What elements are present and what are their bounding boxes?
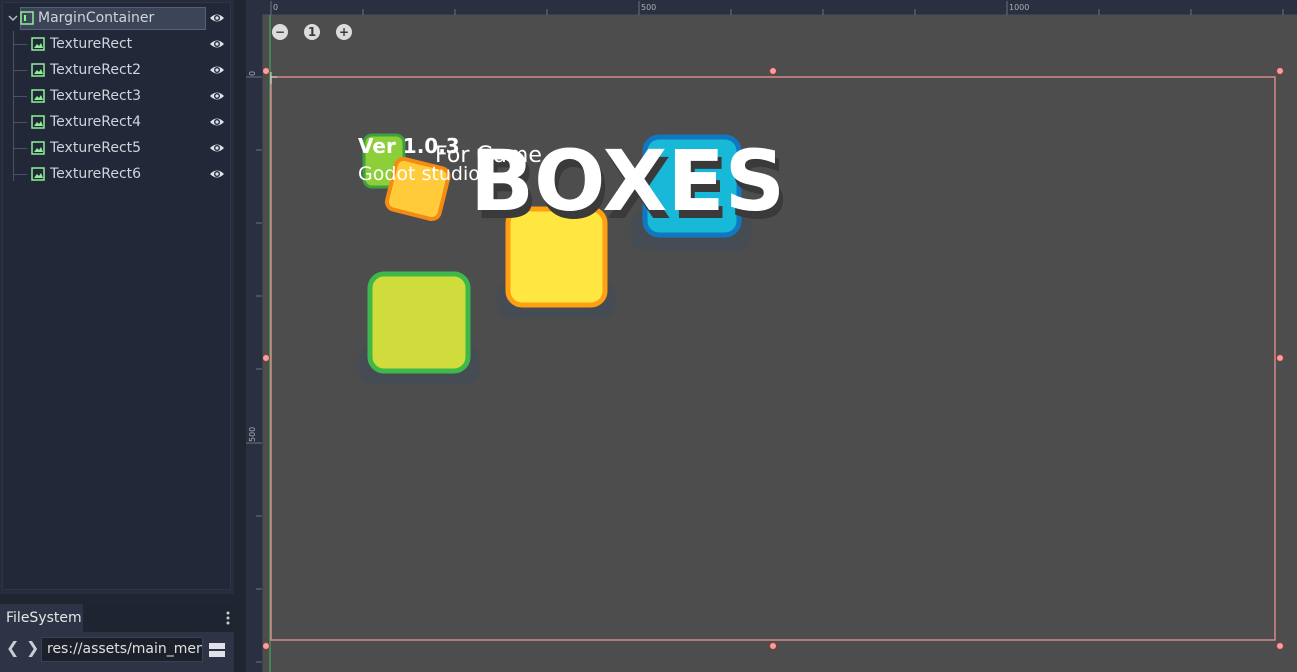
tree-guide-line — [13, 148, 27, 149]
tree-item-texturerect6[interactable]: TextureRect6 — [3, 162, 235, 186]
resize-handle[interactable] — [769, 67, 777, 75]
tree-item-label: MarginContainer — [38, 10, 155, 26]
version-label: Ver 1.0.3 — [358, 134, 460, 158]
tree-item-label: TextureRect — [50, 36, 133, 52]
tab-filesystem[interactable]: FileSystem — [0, 604, 83, 632]
ruler-ticks: 0 500 1000 — [270, 1, 1284, 15]
resize-handle[interactable] — [769, 642, 777, 650]
tree-guide-line — [13, 70, 27, 71]
canvas-scene: BOXES BOXES For Game Ver 1.0.3 Godot stu… — [262, 14, 1284, 672]
visibility-eye-icon[interactable] — [209, 141, 225, 155]
visibility-eye-icon[interactable] — [209, 11, 225, 25]
texture-rect-icon — [31, 141, 45, 155]
resize-handle[interactable] — [1276, 67, 1284, 75]
visibility-eye-icon[interactable] — [209, 63, 225, 77]
tree-item-margincontainer[interactable]: MarginContainer — [3, 6, 235, 30]
ruler-corner — [246, 0, 262, 14]
resize-handle[interactable] — [262, 354, 270, 362]
resize-handle[interactable] — [1276, 354, 1284, 362]
chevron-down-icon[interactable] — [8, 13, 18, 23]
path-field[interactable]: res://assets/main_men — [41, 637, 203, 662]
filesystem-dock: FileSystem ❮ ❯ res://assets/main_men — [0, 604, 240, 672]
forward-arrow-icon[interactable]: ❯ — [26, 640, 40, 656]
ruler-ticks: 0 500 — [246, 71, 262, 663]
zoom-reset-button[interactable]: 1 — [304, 24, 320, 40]
ruler-label: 1000 — [1009, 3, 1029, 12]
dock-splitter[interactable] — [234, 0, 246, 672]
resize-handle[interactable] — [262, 642, 270, 650]
ruler-label: 500 — [248, 427, 257, 442]
tree-item-texturerect2[interactable]: TextureRect2 — [3, 58, 235, 82]
tree-item-label: TextureRect3 — [50, 88, 142, 104]
tree-item-label: TextureRect6 — [50, 166, 142, 182]
visibility-eye-icon[interactable] — [209, 89, 225, 103]
visibility-eye-icon[interactable] — [209, 167, 225, 181]
tree-item-texturerect5[interactable]: TextureRect5 — [3, 136, 235, 160]
tree-item-label: TextureRect2 — [50, 62, 142, 78]
tree-item-label: TextureRect4 — [50, 114, 142, 130]
kebab-menu-icon[interactable] — [224, 610, 232, 626]
filesystem-toolbar: ❮ ❯ res://assets/main_men — [0, 632, 240, 672]
ruler-horizontal[interactable]: 0 500 1000 — [262, 0, 1297, 15]
visibility-eye-icon[interactable] — [209, 37, 225, 51]
pivot-icon[interactable] — [270, 72, 277, 84]
studio-label: Godot studios — [358, 163, 490, 185]
tree-guide-line — [13, 96, 27, 97]
canvas-viewport[interactable]: BOXES BOXES For Game Ver 1.0.3 Godot stu… — [246, 0, 1297, 672]
ruler-label: 500 — [641, 3, 656, 12]
resize-handle[interactable] — [262, 67, 270, 75]
scene-tree-dock: MarginContainer TextureRect TextureRect2… — [0, 0, 234, 594]
zoom-in-button[interactable]: + — [336, 24, 352, 40]
visibility-eye-icon[interactable] — [209, 115, 225, 129]
texture-rect-icon — [31, 63, 45, 77]
list-view-toggle-icon[interactable] — [208, 642, 226, 658]
green-box-sprite[interactable] — [367, 271, 471, 374]
ruler-vertical[interactable]: 0 500 — [246, 14, 263, 672]
tree-guide-line — [13, 44, 27, 45]
zoom-out-button[interactable]: − — [272, 24, 288, 40]
scene-tree: MarginContainer TextureRect TextureRect2… — [2, 2, 231, 590]
dock-tab-bar — [83, 604, 240, 632]
tree-guide-line — [13, 122, 27, 123]
texture-rect-icon — [31, 167, 45, 181]
tree-item-label: TextureRect5 — [50, 140, 142, 156]
texture-rect-icon — [31, 37, 45, 51]
tree-guide-line — [13, 174, 27, 175]
texture-rect-icon — [31, 115, 45, 129]
texture-rect-icon — [31, 89, 45, 103]
resize-handle[interactable] — [1276, 642, 1284, 650]
ruler-label: 0 — [248, 71, 257, 76]
tree-item-texturerect3[interactable]: TextureRect3 — [3, 84, 235, 108]
back-arrow-icon[interactable]: ❮ — [6, 640, 20, 656]
margin-container-icon — [20, 11, 34, 25]
tree-item-texturerect4[interactable]: TextureRect4 — [3, 110, 235, 134]
tree-item-texturerect[interactable]: TextureRect — [3, 32, 235, 56]
ruler-label: 0 — [273, 3, 278, 12]
